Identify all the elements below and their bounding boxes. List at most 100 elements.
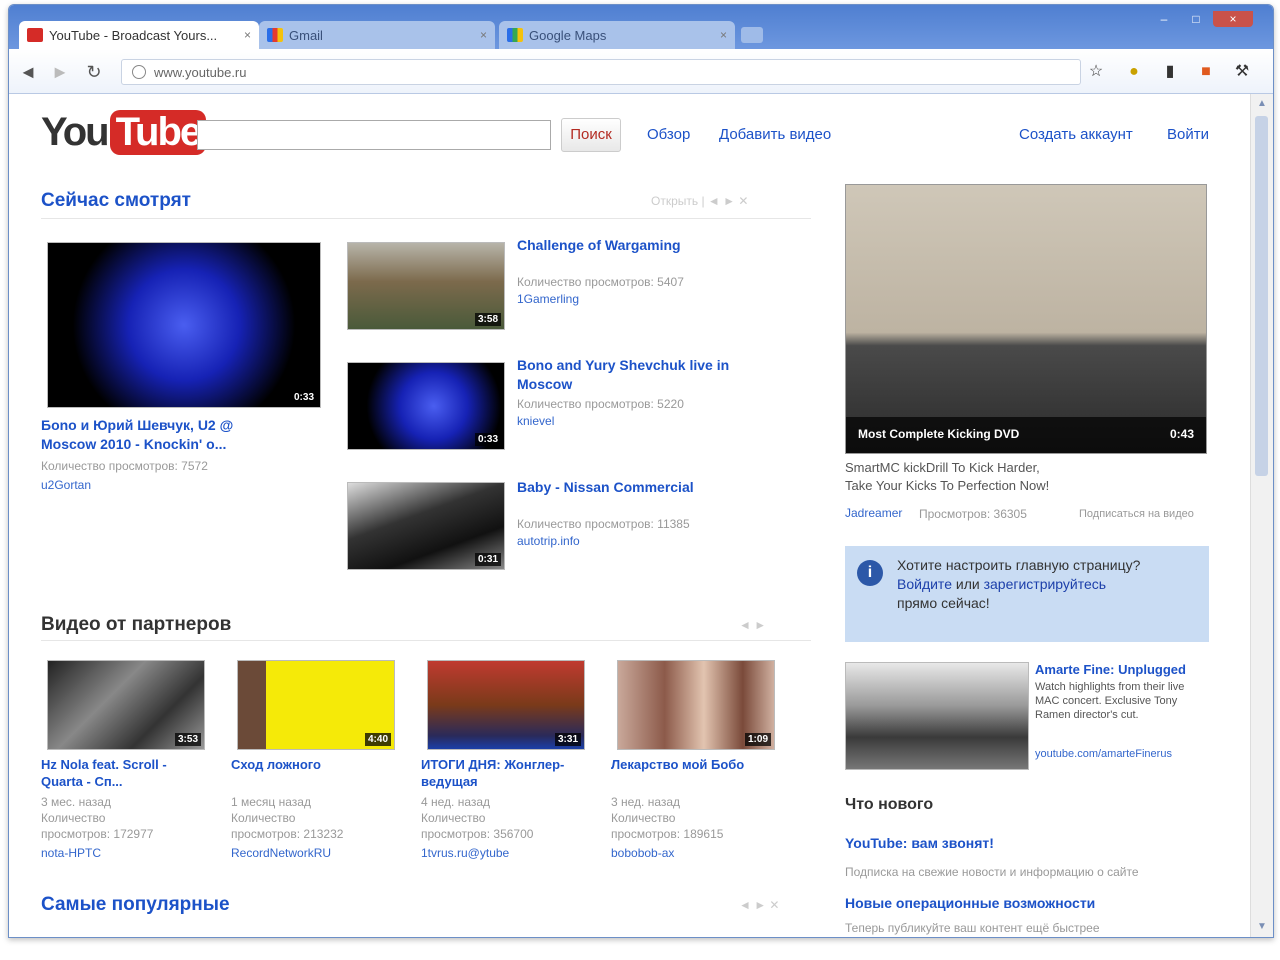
ad-user-link[interactable]: Jadreamer (845, 506, 902, 520)
address-bar[interactable]: www.youtube.ru (121, 59, 1081, 85)
sign-in-link[interactable]: Войдите (897, 576, 952, 592)
video-title-link[interactable]: Лекарство мой Бобо (611, 756, 761, 773)
whats-new-title: Что нового (845, 796, 934, 813)
browser-window: YouTube - Broadcast Yours... × Gmail × G… (8, 4, 1274, 938)
video-meta: просмотров: 356700 (421, 827, 534, 841)
extension-icon[interactable]: ▮ (1161, 63, 1179, 81)
video-user-link[interactable]: 1tvrus.ru@ytube (421, 846, 509, 860)
video-duration: 0:31 (474, 553, 501, 566)
video-title-link[interactable]: ИТОГИ ДНЯ: Жонглер-ведущая (421, 756, 571, 790)
video-thumbnail[interactable]: 0:31 (347, 482, 505, 570)
browse-link[interactable]: Обзор (647, 126, 690, 143)
section-title-partners: Видео от партнеров (41, 614, 232, 635)
video-user-link[interactable]: autotrip.info (517, 534, 580, 548)
promo-link[interactable]: youtube.com/amarteFinerus (1035, 748, 1172, 760)
tab-google-maps[interactable]: Google Maps × (499, 21, 735, 49)
scroll-up-icon[interactable]: ▲ (1251, 96, 1273, 112)
video-duration: 3:58 (474, 313, 501, 326)
minimize-button[interactable]: – (1149, 11, 1179, 27)
new-tab-button[interactable] (741, 27, 763, 43)
extension-icon[interactable]: ■ (1197, 63, 1215, 81)
sidebar-ad-video[interactable]: Most Complete Kicking DVD 0:43 (845, 184, 1207, 454)
section-controls[interactable]: Открыть | ◄ ► ✕ (651, 194, 748, 208)
video-thumbnail[interactable]: 3:58 (347, 242, 505, 330)
video-thumbnail[interactable]: 1:09 (617, 660, 775, 750)
wrench-icon[interactable]: ⚒ (1233, 63, 1251, 81)
bookmark-star-icon[interactable]: ☆ (1087, 63, 1105, 81)
info-links: Войдите или зарегистрируйтесь (897, 575, 1197, 594)
video-duration: 0:43 (1169, 427, 1194, 441)
address-text: www.youtube.ru (154, 64, 247, 80)
logo-tube: Tube (109, 109, 207, 155)
whats-new-link[interactable]: Новые операционные возможности (845, 894, 1095, 913)
video-title-link[interactable]: Hz Nola feat. Scroll - Quarta - Сп... (41, 756, 191, 790)
featured-video-thumbnail[interactable]: 0:33 (47, 242, 321, 408)
browser-toolbar: ◄ ► ↻ www.youtube.ru ☆ ● ▮ ■ ⚒ (9, 49, 1273, 94)
video-title-link[interactable]: Сход ложного (231, 756, 381, 773)
tab-close-icon[interactable]: × (480, 28, 487, 42)
register-link[interactable]: зарегистрируйтесь (984, 576, 1107, 592)
info-text: Хотите настроить главную страницу? (897, 557, 1141, 573)
video-thumbnail[interactable]: 3:53 (47, 660, 205, 750)
video-user-link[interactable]: u2Gortan (41, 478, 91, 492)
ad-label[interactable]: Подписаться на видео (1079, 506, 1194, 522)
youtube-logo[interactable]: You Tube (41, 108, 207, 156)
section-title-watching-now[interactable]: Сейчас смотрят (41, 190, 191, 212)
tab-title: Gmail (289, 27, 323, 43)
video-user-link[interactable]: nota-HPTC (41, 846, 101, 860)
section-controls[interactable]: ◄ ► (739, 618, 766, 632)
upload-link[interactable]: Добавить видео (719, 126, 831, 143)
back-button[interactable]: ◄ (17, 61, 39, 83)
sign-in-link[interactable]: Войти (1167, 126, 1209, 143)
promo-thumbnail[interactable] (845, 662, 1029, 770)
search-input[interactable] (197, 120, 551, 150)
vertical-scrollbar[interactable]: ▲ ▼ (1250, 94, 1273, 937)
google-favicon-icon (507, 28, 523, 42)
info-icon: i (857, 560, 883, 586)
ad-description: Take Your Kicks To Perfection Now! (845, 478, 1050, 493)
tab-gmail[interactable]: Gmail × (259, 21, 495, 49)
featured-video-title[interactable]: Бono и Юрий Шевчук, U2 @ Moscow 2010 - K… (41, 416, 281, 454)
video-meta: 4 нед. назад (421, 795, 491, 809)
section-title-popular[interactable]: Самые популярные (41, 894, 230, 916)
section-controls[interactable]: ◄ ► ✕ (739, 898, 779, 912)
forward-button[interactable]: ► (49, 61, 71, 83)
video-user-link[interactable]: 1Gamerling (517, 292, 579, 306)
video-user-link[interactable]: knievel (517, 414, 554, 428)
video-title-link[interactable]: Bono and Yury Shevchuk live in Moscow (517, 356, 777, 394)
youtube-favicon-icon (27, 28, 43, 42)
scrollbar-thumb[interactable] (1255, 116, 1268, 476)
whats-new-link[interactable]: YouTube: вам звонят! (845, 834, 994, 853)
video-duration: 4:40 (364, 733, 391, 746)
video-duration: 3:53 (174, 733, 201, 746)
globe-icon (132, 65, 146, 79)
whats-new-text: Теперь публикуйте ваш контент ещё быстре… (845, 921, 1100, 935)
video-title-link[interactable]: Baby - Nissan Commercial (517, 478, 777, 497)
promo-title-link[interactable]: Amarte Fine: Unplugged (1035, 660, 1207, 679)
extension-icon[interactable]: ● (1125, 63, 1143, 81)
video-user-link[interactable]: RecordNetworkRU (231, 846, 331, 860)
video-thumbnail[interactable]: 0:33 (347, 362, 505, 450)
video-meta: просмотров: 172977 (41, 827, 154, 841)
video-duration: 0:33 (290, 391, 317, 404)
create-account-link[interactable]: Создать аккаунт (1019, 126, 1133, 143)
page-content: You Tube Поиск Обзор Добавить видео Созд… (9, 94, 1249, 937)
video-meta: Количество (421, 811, 486, 825)
video-meta: просмотров: 213232 (231, 827, 344, 841)
search-button[interactable]: Поиск (561, 118, 621, 152)
video-user-link[interactable]: bobobob-ax (611, 846, 674, 860)
maximize-button[interactable]: □ (1181, 11, 1211, 27)
scroll-down-icon[interactable]: ▼ (1251, 919, 1273, 935)
tab-close-icon[interactable]: × (720, 28, 727, 42)
video-title-link[interactable]: Challenge of Wargaming (517, 236, 777, 255)
tab-close-icon[interactable]: × (244, 28, 251, 42)
video-caption-bar: Most Complete Kicking DVD 0:43 (846, 417, 1206, 453)
video-thumbnail[interactable]: 3:31 (427, 660, 585, 750)
tab-youtube[interactable]: YouTube - Broadcast Yours... × (19, 21, 259, 49)
reload-button[interactable]: ↻ (83, 61, 105, 83)
video-thumbnail[interactable]: 4:40 (237, 660, 395, 750)
tab-title: YouTube - Broadcast Yours... (49, 27, 218, 43)
tab-title: Google Maps (529, 27, 607, 43)
video-meta: 3 мес. назад (41, 795, 111, 809)
close-window-button[interactable]: × (1213, 11, 1253, 27)
